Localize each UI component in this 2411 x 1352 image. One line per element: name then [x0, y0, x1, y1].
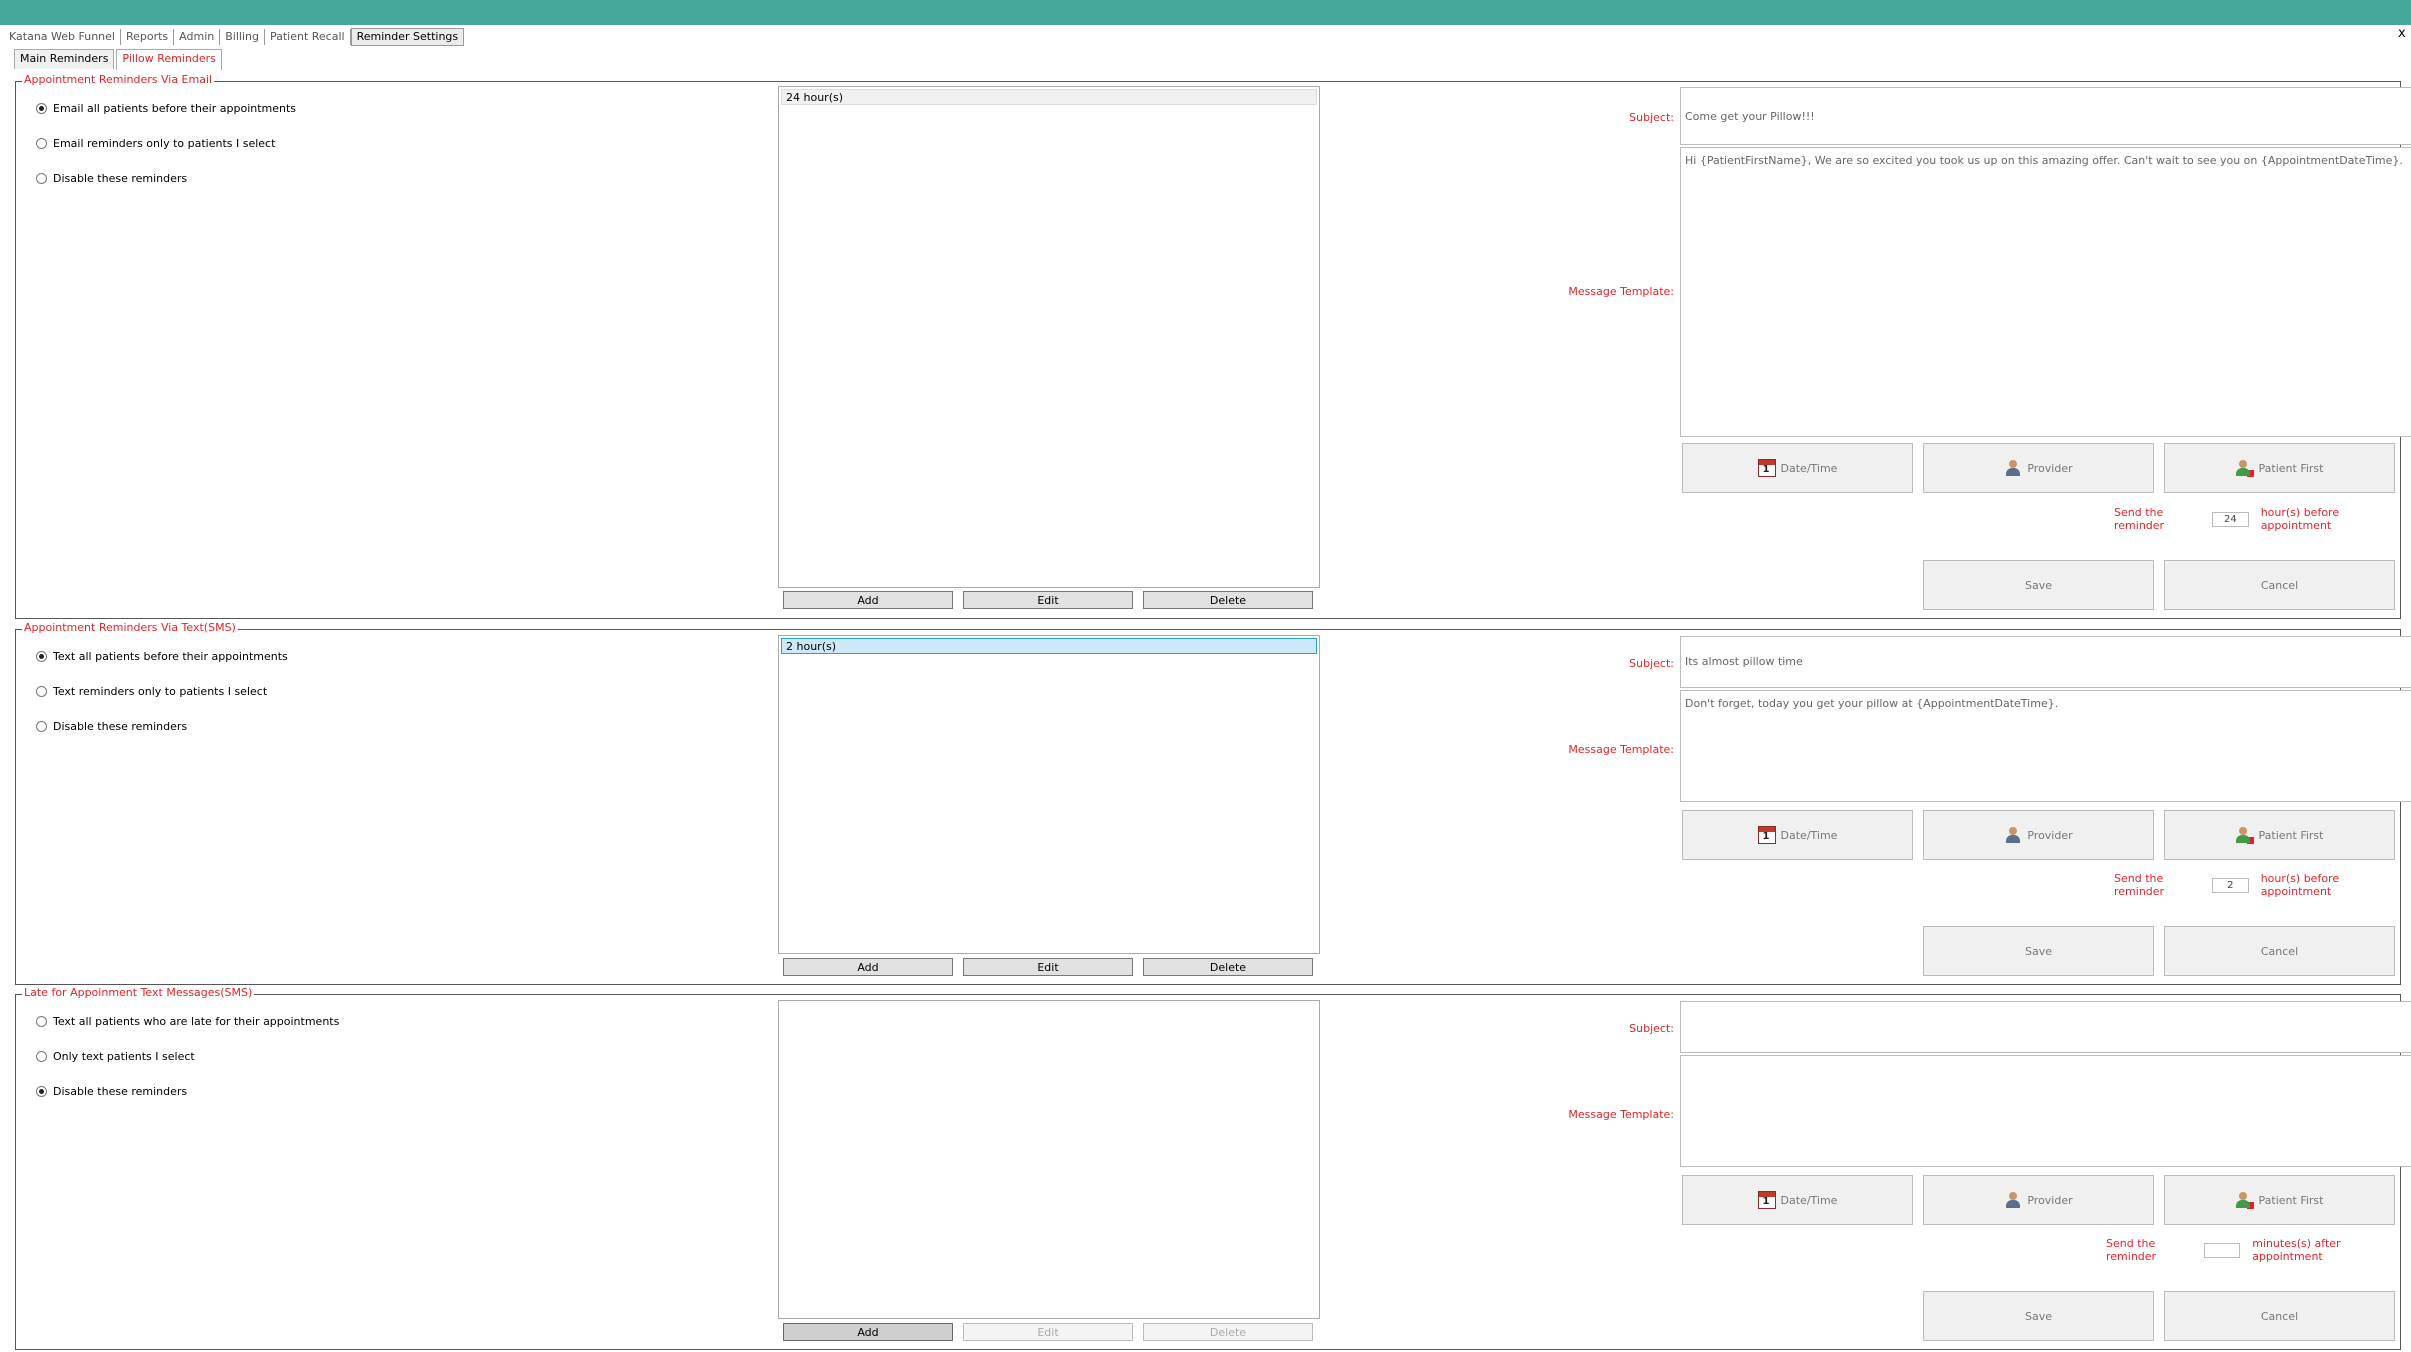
sms-send-timing: Send the reminder 2 hour(s) before appoi… — [2114, 872, 2340, 898]
email-reminders-group: Appointment Reminders Via Email Email al… — [15, 73, 2411, 619]
insert-provider-button[interactable]: Provider — [1923, 443, 2154, 493]
tab-main-reminders[interactable]: Main Reminders — [14, 49, 115, 69]
email-send-timing: Send the reminder 24 hour(s) before appo… — [2114, 506, 2340, 532]
insert-provider-button[interactable]: Provider — [1923, 810, 2154, 860]
patient-icon — [2235, 1191, 2254, 1209]
subject-label: Subject: — [1629, 657, 1674, 670]
sms-option-selected[interactable]: Text reminders only to patients I select — [36, 685, 267, 698]
radio-button[interactable] — [36, 1016, 47, 1027]
insert-datetime-button[interactable]: Date/Time — [1682, 1175, 1913, 1225]
calendar-icon — [1757, 459, 1776, 477]
menu-admin[interactable]: Admin — [174, 29, 221, 45]
sms-hours-input[interactable]: 2 — [2211, 877, 2249, 893]
sms-schedule-list[interactable]: 2 hour(s) — [778, 635, 1320, 954]
late-message-template[interactable] — [1680, 1055, 2411, 1167]
message-template-label: Message Template: — [1568, 743, 1674, 756]
sms-message-template[interactable]: Don't forget, today you get your pillow … — [1680, 690, 2411, 802]
sms-option-all[interactable]: Text all patients before their appointme… — [36, 650, 288, 663]
reminder-tabs: Main Reminders Pillow Reminders — [14, 49, 224, 70]
late-cancel-button[interactable]: Cancel — [2164, 1291, 2395, 1341]
message-template-label: Message Template: — [1568, 285, 1674, 298]
menu-katana-web-funnel[interactable]: Katana Web Funnel — [4, 29, 121, 45]
email-hours-input[interactable]: 24 — [2211, 511, 2249, 527]
insert-patient-first-button[interactable]: Patient First — [2164, 443, 2395, 493]
window-titlebar — [0, 0, 2411, 25]
late-option-disable[interactable]: Disable these reminders — [36, 1085, 187, 1098]
late-minutes-input[interactable] — [2203, 1242, 2241, 1258]
late-option-selected[interactable]: Only text patients I select — [36, 1050, 195, 1063]
late-schedule-list[interactable] — [778, 1000, 1320, 1319]
email-subject-input[interactable]: Come get your Pillow!!! — [1680, 87, 2411, 145]
email-cancel-button[interactable]: Cancel — [2164, 560, 2395, 610]
sms-delete-button[interactable]: Delete — [1143, 958, 1313, 976]
calendar-icon — [1757, 1191, 1776, 1209]
late-edit-button[interactable]: Edit — [963, 1323, 1133, 1341]
tab-pillow-reminders[interactable]: Pillow Reminders — [116, 49, 222, 70]
calendar-icon — [1757, 826, 1776, 844]
insert-provider-button[interactable]: Provider — [1923, 1175, 2154, 1225]
email-option-disable[interactable]: Disable these reminders — [36, 172, 187, 185]
sms-add-button[interactable]: Add — [783, 958, 953, 976]
sms-option-disable[interactable]: Disable these reminders — [36, 720, 187, 733]
sms-edit-button[interactable]: Edit — [963, 958, 1133, 976]
insert-datetime-button[interactable]: Date/Time — [1682, 443, 1913, 493]
radio-button[interactable] — [36, 1086, 47, 1097]
sms-cancel-button[interactable]: Cancel — [2164, 926, 2395, 976]
email-schedule-list[interactable]: 24 hour(s) — [778, 86, 1320, 588]
email-save-button[interactable]: Save — [1923, 560, 2154, 610]
menu-billing[interactable]: Billing — [220, 29, 265, 45]
main-menu: Katana Web Funnel Reports Admin Billing … — [4, 27, 465, 47]
email-option-all[interactable]: Email all patients before their appointm… — [36, 102, 296, 115]
subject-label: Subject: — [1629, 1022, 1674, 1035]
radio-button[interactable] — [36, 686, 47, 697]
insert-datetime-button[interactable]: Date/Time — [1682, 810, 1913, 860]
group-title: Appointment Reminders Via Email — [22, 73, 215, 87]
late-send-timing: Send the reminder minutes(s) after appoi… — [2106, 1237, 2341, 1263]
insert-patient-first-button[interactable]: Patient First — [2164, 1175, 2395, 1225]
email-delete-button[interactable]: Delete — [1143, 591, 1313, 609]
late-reminders-group: Late for Appoinment Text Messages(SMS) T… — [15, 986, 2411, 1350]
radio-button[interactable] — [36, 721, 47, 732]
late-delete-button[interactable]: Delete — [1143, 1323, 1313, 1341]
sms-save-button[interactable]: Save — [1923, 926, 2154, 976]
list-item[interactable]: 2 hour(s) — [781, 638, 1317, 654]
provider-icon — [2004, 826, 2022, 844]
email-message-template[interactable]: Hi {PatientFirstName}, We are so excited… — [1680, 147, 2411, 437]
message-template-label: Message Template: — [1568, 1108, 1674, 1121]
late-save-button[interactable]: Save — [1923, 1291, 2154, 1341]
subject-label: Subject: — [1629, 111, 1674, 124]
list-item[interactable]: 24 hour(s) — [781, 89, 1317, 105]
patient-icon — [2235, 459, 2254, 477]
radio-button[interactable] — [36, 651, 47, 662]
late-add-button[interactable]: Add — [783, 1323, 953, 1341]
provider-icon — [2004, 459, 2022, 477]
sms-subject-input[interactable]: Its almost pillow time — [1680, 636, 2411, 688]
email-add-button[interactable]: Add — [783, 591, 953, 609]
radio-button[interactable] — [36, 138, 47, 149]
late-option-all[interactable]: Text all patients who are late for their… — [36, 1015, 339, 1028]
group-title: Appointment Reminders Via Text(SMS) — [22, 621, 238, 635]
radio-button[interactable] — [36, 1051, 47, 1062]
patient-icon — [2235, 826, 2254, 844]
sms-reminders-group: Appointment Reminders Via Text(SMS) Text… — [15, 621, 2411, 985]
menu-reports[interactable]: Reports — [121, 29, 175, 45]
menu-patient-recall[interactable]: Patient Recall — [265, 29, 351, 45]
email-edit-button[interactable]: Edit — [963, 591, 1133, 609]
radio-button[interactable] — [36, 173, 47, 184]
radio-button[interactable] — [36, 103, 47, 114]
late-subject-input[interactable] — [1680, 1001, 2411, 1053]
email-option-selected[interactable]: Email reminders only to patients I selec… — [36, 137, 275, 150]
close-icon[interactable]: x — [2398, 26, 2406, 41]
group-title: Late for Appoinment Text Messages(SMS) — [22, 986, 255, 1000]
menu-reminder-settings[interactable]: Reminder Settings — [350, 28, 465, 46]
provider-icon — [2004, 1191, 2022, 1209]
insert-patient-first-button[interactable]: Patient First — [2164, 810, 2395, 860]
